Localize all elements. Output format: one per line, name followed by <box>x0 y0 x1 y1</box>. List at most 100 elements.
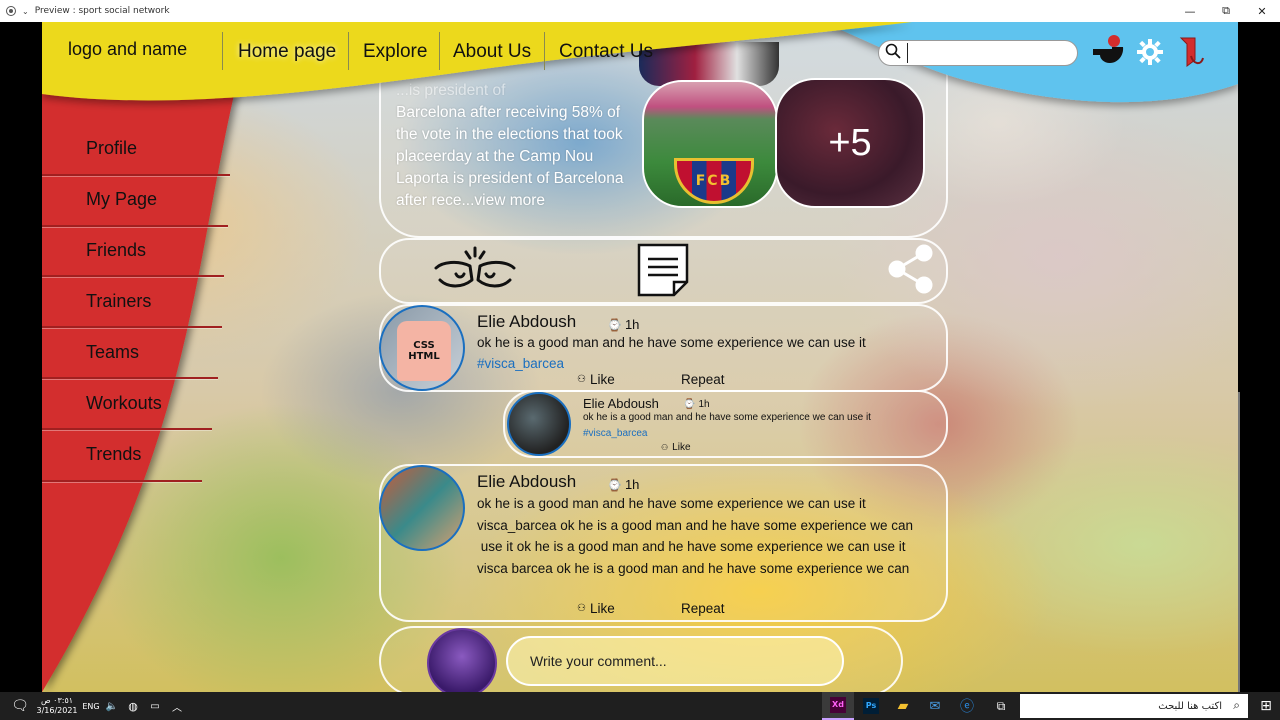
like-button[interactable]: ⚇ Like <box>577 372 615 387</box>
fist-bump-icon: ⚇ <box>577 603 586 614</box>
logo[interactable]: logo and name <box>68 39 187 60</box>
battery-icon[interactable]: ▭ <box>146 692 164 720</box>
gear-icon[interactable] <box>1136 38 1164 66</box>
comment-note-icon[interactable] <box>635 242 691 298</box>
fcb-crest-icon: FCB <box>674 158 754 204</box>
sidebar-item-label: Teams <box>86 341 140 362</box>
task-view-icon[interactable]: ⧉ <box>986 692 1016 720</box>
window-titlebar: ⌄ Preview : sport social network — ⧉ ✕ <box>0 0 1280 22</box>
xd-label: Xd <box>830 697 846 713</box>
avatar-text: HTML <box>408 351 440 362</box>
folder-icon[interactable]: ▰ <box>888 692 918 720</box>
more-images-count: +5 <box>828 121 872 164</box>
taskbar: 🗨 ٠٣:٥١ ص 3/16/2021 ENG 🔈 ◍ ▭ ︿ Xd Ps ▰ … <box>0 692 1280 720</box>
comment-text-line: use it ok he is a good man and he have s… <box>477 539 906 554</box>
sidebar-item-label: Friends <box>86 239 147 260</box>
comment-time-text: 1h <box>624 477 640 492</box>
comment-time: ⌚ 1h <box>607 317 639 332</box>
network-icon[interactable]: ◍ <box>124 692 142 720</box>
comment-author[interactable]: Elie Abdoush <box>477 472 576 492</box>
nav-about-us[interactable]: About Us <box>439 34 545 70</box>
avatar[interactable]: CSS HTML <box>379 305 465 391</box>
reply-author[interactable]: Elie Abdoush <box>583 396 659 411</box>
restore-button[interactable]: ⧉ <box>1208 0 1244 22</box>
clock-icon: ⌚ <box>607 317 622 332</box>
comment-text: ok he is a good man and he have some exp… <box>477 335 866 350</box>
sidebar-item-label: My Page <box>86 188 158 209</box>
notification-icon[interactable]: 🗨 <box>0 692 40 720</box>
whistle-icon[interactable] <box>1090 32 1126 68</box>
app-canvas: Profile My Page Friends Trainers Teams W… <box>42 22 1238 692</box>
sidebar-item-friends[interactable]: Friends <box>42 225 232 275</box>
nav-contact-us[interactable]: Contact Us <box>545 34 667 70</box>
hashtag-link[interactable]: #visca_barcea <box>477 356 564 371</box>
comment-input[interactable]: Write your comment... <box>506 636 844 686</box>
reply-text: ok he is a good man and he have some exp… <box>583 412 871 423</box>
search-input[interactable] <box>907 43 1067 63</box>
nav-explore[interactable]: Explore <box>349 34 441 70</box>
nav-home-page[interactable]: Home page <box>224 34 350 70</box>
comment-author[interactable]: Elie Abdoush <box>477 312 576 332</box>
avatar[interactable] <box>507 392 571 456</box>
record-icon[interactable] <box>6 6 16 16</box>
volume-icon[interactable]: 🔈 <box>104 692 120 720</box>
language-indicator[interactable]: ENG <box>80 692 102 720</box>
crest-label: FCB <box>695 173 733 189</box>
ps-label: Ps <box>863 698 879 714</box>
avatar[interactable] <box>379 465 465 551</box>
sidebar-item-label: Workouts <box>86 392 162 413</box>
comment-text-line: visca barcea ok he is a good man and he … <box>477 561 910 576</box>
fist-bump-icon[interactable] <box>431 244 519 294</box>
repeat-button[interactable]: Repeat <box>681 372 725 387</box>
comment-text-line: ok he is a good man and he have some exp… <box>477 496 866 511</box>
window-right-border <box>1238 22 1280 692</box>
sidebar-item-workouts[interactable]: Workouts <box>42 378 232 428</box>
chevron-up-icon[interactable]: ︿ <box>168 692 186 720</box>
edge-icon[interactable]: ⓔ <box>952 692 982 720</box>
photoshop-app-icon[interactable]: Ps <box>856 692 886 720</box>
like-label: Like <box>589 372 615 387</box>
sidebar-item-teams[interactable]: Teams <box>42 327 232 377</box>
share-icon[interactable] <box>885 244 937 294</box>
avatar[interactable] <box>427 628 497 692</box>
reply-time: ⌚ 1h <box>683 399 710 410</box>
sidebar-item-my-page[interactable]: My Page <box>42 174 232 224</box>
tshirt-image: CSS HTML <box>397 321 451 381</box>
like-label: Like <box>589 601 615 616</box>
clock-icon: ⌚ <box>607 477 622 492</box>
like-label: Like <box>672 442 691 453</box>
minimize-button[interactable]: — <box>1172 0 1208 22</box>
fist-bump-icon: ⚇ <box>577 374 586 385</box>
like-button[interactable]: ⚇ Like <box>577 601 615 616</box>
comment-time-text: 1h <box>624 317 640 332</box>
clock-date: 3/16/2021 <box>36 706 78 715</box>
sidebar-item-label: Trainers <box>86 290 152 311</box>
comment-text-line: visca_barcea ok he is a good man and he … <box>477 518 914 533</box>
taskbar-search-text: اكتب هنا للبحث <box>1158 700 1222 712</box>
chevron-down-icon[interactable]: ⌄ <box>22 7 29 16</box>
logout-icon[interactable] <box>1176 34 1208 70</box>
close-button[interactable]: ✕ <box>1244 0 1280 22</box>
mail-icon[interactable]: ✉ <box>920 692 950 720</box>
feed: ...is president of Barcelona after recei… <box>379 22 949 692</box>
windows-start-icon[interactable]: ⊞ <box>1252 692 1280 720</box>
repeat-button[interactable]: Repeat <box>681 601 725 616</box>
clock[interactable]: ٠٣:٥١ ص 3/16/2021 <box>36 692 78 720</box>
sidebar-item-trainers[interactable]: Trainers <box>42 276 232 326</box>
sidebar-item-profile[interactable]: Profile <box>42 123 232 173</box>
hashtag-link[interactable]: #visca_barcea <box>583 428 647 439</box>
like-button[interactable]: ⚇ Like <box>661 442 691 453</box>
sidebar-item-label: Trends <box>86 443 142 464</box>
sidebar-item-label: Profile <box>86 137 138 158</box>
search-icon <box>885 43 901 63</box>
taskbar-search[interactable]: اكتب هنا للبحث ⌕ <box>1020 694 1248 718</box>
clock-time: ٠٣:٥١ ص <box>40 696 74 705</box>
xd-app-icon[interactable]: Xd <box>822 692 854 720</box>
view-more-link[interactable]: ...view more <box>461 192 545 209</box>
comment-input-placeholder: Write your comment... <box>530 653 667 669</box>
search-box[interactable] <box>878 40 1078 66</box>
search-icon: ⌕ <box>1233 698 1240 712</box>
sidebar-item-trends[interactable]: Trends <box>42 429 232 479</box>
scrollbar[interactable] <box>1238 392 1240 692</box>
reply-time-text: 1h <box>698 399 710 410</box>
